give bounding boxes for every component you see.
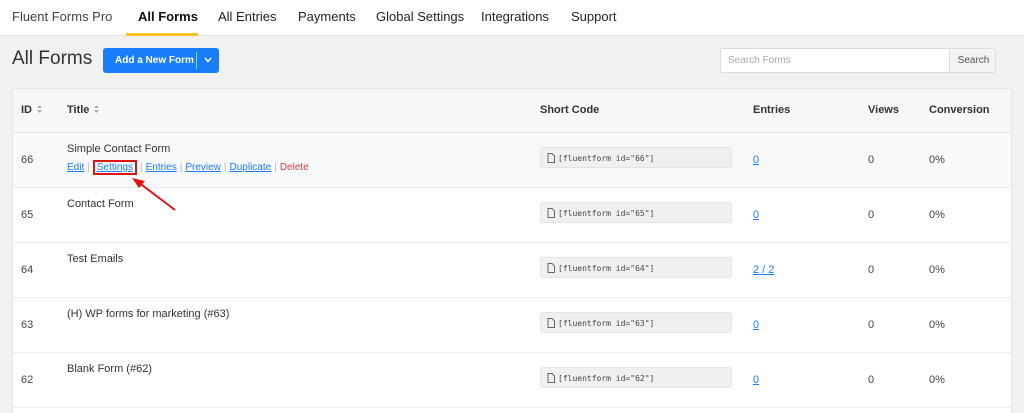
nav-integrations[interactable]: Integrations — [481, 9, 549, 24]
form-id: 66 — [21, 154, 34, 166]
document-icon — [547, 318, 555, 328]
preview-link[interactable]: Preview — [185, 162, 221, 173]
table-row: 62 Blank Form (#62) [fluentform id="62"]… — [13, 353, 1011, 408]
delete-link[interactable]: Delete — [280, 162, 309, 173]
table-header: ID Title Short Code Entries Views Conver… — [13, 89, 1011, 133]
shortcode-text: [fluentform id="66"] — [558, 154, 655, 163]
form-title[interactable]: Test Emails — [67, 253, 123, 265]
shortcode-text: [fluentform id="63"] — [558, 319, 655, 328]
table-row: 65 Contact Form [fluentform id="65"] 0 0… — [13, 188, 1011, 243]
shortcode-box[interactable]: [fluentform id="66"] — [540, 147, 732, 168]
form-title[interactable]: Simple Contact Form — [67, 143, 170, 155]
add-new-form-label: Add a New Form — [115, 55, 194, 66]
views-count: 0 — [868, 374, 875, 386]
nav-all-entries[interactable]: All Entries — [218, 9, 277, 24]
form-id: 62 — [21, 374, 34, 386]
conversion-rate: 0% — [929, 209, 945, 221]
document-icon — [547, 153, 555, 163]
row-actions: Edit | Settings | Entries | Preview | Duplicate |… — [67, 160, 309, 175]
views-count: 0 — [868, 154, 875, 166]
nav-payments[interactable]: Payments — [298, 9, 356, 24]
forms-table: ID Title Short Code Entries Views Conver… — [12, 88, 1012, 413]
form-title[interactable]: Blank Form (#62) — [67, 363, 152, 375]
shortcode-box[interactable]: [fluentform id="64"] — [540, 257, 732, 278]
table-row: 63 (H) WP forms for marketing (#63) [flu… — [13, 298, 1011, 353]
document-icon — [547, 373, 555, 383]
search-input[interactable] — [721, 49, 949, 72]
views-count: 0 — [868, 264, 875, 276]
search-button[interactable]: Search — [949, 49, 995, 72]
form-title[interactable]: Contact Form — [67, 198, 134, 210]
form-id: 64 — [21, 264, 34, 276]
entries-count-link[interactable]: 0 — [753, 319, 759, 331]
table-row: 64 Test Emails [fluentform id="64"] 2 / … — [13, 243, 1011, 298]
form-id: 63 — [21, 319, 34, 331]
sort-icon — [37, 105, 42, 113]
form-title[interactable]: (H) WP forms for marketing (#63) — [67, 308, 229, 320]
conversion-rate: 0% — [929, 319, 945, 331]
entries-count-link[interactable]: 0 — [753, 209, 759, 221]
brand-name: Fluent Forms Pro — [12, 9, 113, 24]
conversion-rate: 0% — [929, 374, 945, 386]
settings-link[interactable]: Settings — [92, 160, 137, 175]
shortcode-text: [fluentform id="64"] — [558, 264, 655, 273]
entries-count-link[interactable]: 0 — [753, 374, 759, 386]
shortcode-text: [fluentform id="65"] — [558, 209, 655, 218]
form-id: 65 — [21, 209, 34, 221]
search-box: Search — [720, 48, 996, 73]
table-row: 66 Simple Contact Form Edit | Settings | Ent… — [13, 133, 1011, 188]
active-tab-indicator — [126, 33, 198, 36]
shortcode-box[interactable]: [fluentform id="62"] — [540, 367, 732, 388]
shortcode-box[interactable]: [fluentform id="63"] — [540, 312, 732, 333]
edit-link[interactable]: Edit — [67, 162, 84, 173]
views-count: 0 — [868, 209, 875, 221]
duplicate-link[interactable]: Duplicate — [230, 162, 272, 173]
button-divider — [196, 52, 197, 69]
nav-all-forms[interactable]: All Forms — [138, 9, 198, 24]
column-header-title[interactable]: Title — [67, 104, 100, 116]
nav-support[interactable]: Support — [571, 9, 617, 24]
column-header-short-code: Short Code — [540, 104, 600, 116]
document-icon — [547, 208, 555, 218]
entries-link[interactable]: Entries — [146, 162, 177, 173]
document-icon — [547, 263, 555, 273]
sort-icon — [94, 105, 100, 113]
entries-count-link[interactable]: 2 / 2 — [753, 264, 774, 276]
column-header-id[interactable]: ID — [21, 104, 43, 116]
conversion-rate: 0% — [929, 264, 945, 276]
shortcode-text: [fluentform id="62"] — [558, 374, 655, 383]
shortcode-box[interactable]: [fluentform id="65"] — [540, 202, 732, 223]
column-header-conversion: Conversion — [929, 104, 990, 116]
entries-count-link[interactable]: 0 — [753, 154, 759, 166]
nav-global-settings[interactable]: Global Settings — [376, 9, 464, 24]
column-header-views: Views — [868, 104, 899, 116]
page-title: All Forms — [12, 48, 93, 69]
conversion-rate: 0% — [929, 154, 945, 166]
column-header-entries: Entries — [753, 104, 791, 116]
chevron-down-icon[interactable] — [202, 53, 214, 67]
top-navigation: Fluent Forms Pro All Forms All Entries P… — [0, 0, 1024, 36]
add-new-form-button[interactable]: Add a New Form — [103, 48, 219, 73]
views-count: 0 — [868, 319, 875, 331]
